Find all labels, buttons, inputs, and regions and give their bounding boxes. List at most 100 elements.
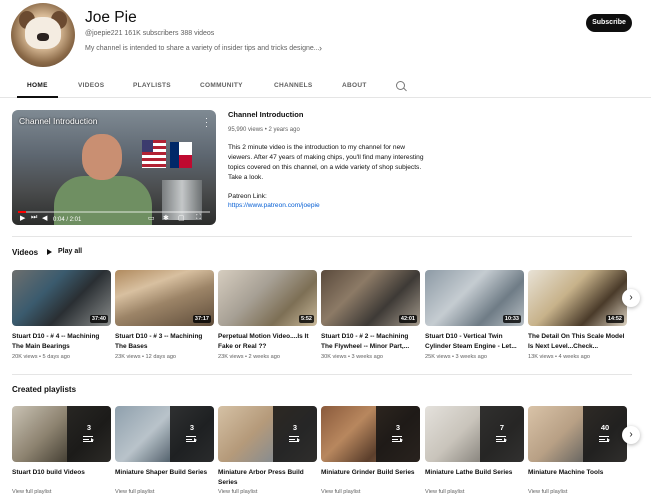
playlist-overlay: 40	[583, 406, 627, 462]
videos-section-title[interactable]: Videos	[12, 248, 38, 257]
next-icon[interactable]: ⏭	[31, 214, 37, 222]
chevron-right-icon[interactable]: ›	[622, 289, 640, 307]
playlist-thumbnail[interactable]: 3	[12, 406, 111, 462]
playlist-thumbnail[interactable]: 40	[528, 406, 627, 462]
cast-icon[interactable]: ▢	[178, 214, 185, 222]
duration-badge: 5:52	[298, 315, 314, 323]
player-title[interactable]: Channel Introduction	[19, 116, 97, 126]
playlist-title[interactable]: Miniature Shaper Build Series	[115, 468, 214, 478]
captions-icon[interactable]: ▭	[148, 214, 155, 222]
chevron-right-icon[interactable]: ›	[622, 426, 640, 444]
playlist-count: 3	[189, 423, 195, 432]
tab-playlists[interactable]: PLAYLISTS	[133, 73, 171, 98]
more-vert-icon[interactable]: · · ·	[205, 114, 208, 131]
chevron-right-icon[interactable]: ›	[319, 43, 322, 53]
patreon-label: Patreon Link:	[228, 193, 267, 200]
tab-channels[interactable]: CHANNELS	[274, 73, 313, 98]
playlist-overlay: 7	[480, 406, 524, 462]
us-flag-image	[142, 140, 166, 168]
tab-about[interactable]: ABOUT	[342, 73, 367, 98]
video-meta: 23K views • 2 weeks ago	[218, 354, 280, 360]
playlist-thumbnail[interactable]: 3	[115, 406, 214, 462]
featured-video-player[interactable]: Channel Introduction · · · ▶ ⏭ ◀ ▭ ✱ ▢ ⛶ 0…	[12, 110, 216, 225]
video-title[interactable]: The Detail On This Scale Model Is Next L…	[528, 332, 627, 351]
duration-badge: 42:01	[398, 315, 417, 323]
video-meta: 30K views • 3 weeks ago	[321, 354, 383, 360]
tab-community[interactable]: COMMUNITY	[200, 73, 243, 98]
volume-icon[interactable]: ◀	[42, 214, 47, 222]
playlist-thumbnail[interactable]: 3	[218, 406, 317, 462]
duration-badge: 37:17	[192, 315, 211, 323]
view-playlist-link[interactable]: View full playlist	[528, 489, 567, 495]
duration-badge: 37:40	[89, 315, 108, 323]
playlist-title[interactable]: Miniature Machine Tools	[528, 468, 627, 478]
video-title[interactable]: Stuart D10 - # 2 -- Machining The Flywhe…	[321, 332, 420, 351]
view-playlist-link[interactable]: View full playlist	[12, 489, 51, 495]
playlist-icon	[186, 436, 197, 442]
channel-avatar[interactable]	[11, 3, 75, 67]
duration-badge: 10:33	[502, 315, 521, 323]
fullscreen-icon[interactable]: ⛶	[196, 214, 201, 222]
featured-description: This 2 minute video is the introduction …	[228, 144, 424, 181]
playlist-title[interactable]: Miniature Lathe Build Series	[425, 468, 524, 478]
play-icon[interactable]: ▶	[20, 214, 25, 222]
patreon-link[interactable]: https://www.patreon.com/joepie	[228, 202, 320, 209]
playlist-overlay: 3	[376, 406, 420, 462]
video-thumbnail[interactable]: 37:40	[12, 270, 111, 326]
playlist-count: 40	[600, 423, 610, 432]
video-title[interactable]: Stuart D10 - # 4 -- Machining The Main B…	[12, 332, 111, 351]
playlist-icon	[392, 436, 403, 442]
duration-badge: 14:52	[605, 315, 624, 323]
player-time: 0:04 / 2:01	[53, 217, 82, 223]
view-playlist-link[interactable]: View full playlist	[218, 489, 257, 495]
channel-header: Joe Pie @joepie221 161K subscribers 388 …	[0, 0, 651, 72]
video-meta: 20K views • 5 days ago	[12, 354, 70, 360]
video-thumbnail[interactable]: 37:17	[115, 270, 214, 326]
settings-icon[interactable]: ✱	[163, 214, 169, 222]
video-title[interactable]: Stuart D10 - Vertical Twin Cylinder Stea…	[425, 332, 524, 351]
view-playlist-link[interactable]: View full playlist	[425, 489, 464, 495]
playlist-count: 7	[499, 423, 505, 432]
video-meta: 23K views • 12 days ago	[115, 354, 177, 360]
play-icon[interactable]	[47, 249, 52, 255]
tab-home[interactable]: HOME	[17, 73, 58, 98]
view-playlist-link[interactable]: View full playlist	[321, 489, 360, 495]
section-divider	[12, 374, 632, 375]
channel-tabs: HOME VIDEOS PLAYLISTS COMMUNITY CHANNELS…	[0, 73, 651, 98]
player-controls: ▶ ⏭ ◀ ▭ ✱ ▢ ⛶	[12, 213, 216, 225]
video-thumbnail[interactable]: 10:33	[425, 270, 524, 326]
playlist-overlay: 3	[67, 406, 111, 462]
video-meta: 25K views • 3 weeks ago	[425, 354, 487, 360]
playlist-title[interactable]: Stuart D10 build Videos	[12, 468, 111, 478]
featured-meta: 95,990 views • 2 years ago	[228, 127, 300, 133]
video-meta: 13K views • 4 weeks ago	[528, 354, 590, 360]
video-thumbnail[interactable]: 5:52	[218, 270, 317, 326]
playlist-overlay: 3	[273, 406, 317, 462]
playlist-title[interactable]: Miniature Grinder Build Series	[321, 468, 420, 478]
channel-description[interactable]: My channel is intended to share a variet…	[85, 45, 320, 52]
subscribe-button[interactable]: Subscribe	[586, 14, 632, 32]
presenter-head-image	[82, 134, 122, 180]
playlist-icon	[289, 436, 300, 442]
playlist-count: 3	[395, 423, 401, 432]
playlist-count: 3	[292, 423, 298, 432]
video-title[interactable]: Perpetual Motion Video....Is It Fake or …	[218, 332, 317, 351]
video-thumbnail[interactable]: 14:52	[528, 270, 627, 326]
video-thumbnail[interactable]: 42:01	[321, 270, 420, 326]
search-icon[interactable]	[396, 81, 405, 90]
texas-flag-image	[170, 142, 192, 168]
playlist-thumbnail[interactable]: 3	[321, 406, 420, 462]
playlist-thumbnail[interactable]: 7	[425, 406, 524, 462]
playlist-icon	[496, 436, 507, 442]
playlist-icon	[599, 436, 610, 442]
channel-meta: @joepie221 161K subscribers 388 videos	[85, 30, 215, 37]
tab-videos[interactable]: VIDEOS	[78, 73, 104, 98]
playlist-icon	[83, 436, 94, 442]
playlists-section-title[interactable]: Created playlists	[12, 385, 76, 394]
view-playlist-link[interactable]: View full playlist	[115, 489, 154, 495]
featured-title[interactable]: Channel Introduction	[228, 110, 303, 119]
video-title[interactable]: Stuart D10 - # 3 -- Machining The Bases	[115, 332, 214, 351]
playlist-count: 3	[86, 423, 92, 432]
play-all-button[interactable]: Play all	[58, 248, 82, 255]
playlist-title[interactable]: Miniature Arbor Press Build Series	[218, 468, 317, 487]
